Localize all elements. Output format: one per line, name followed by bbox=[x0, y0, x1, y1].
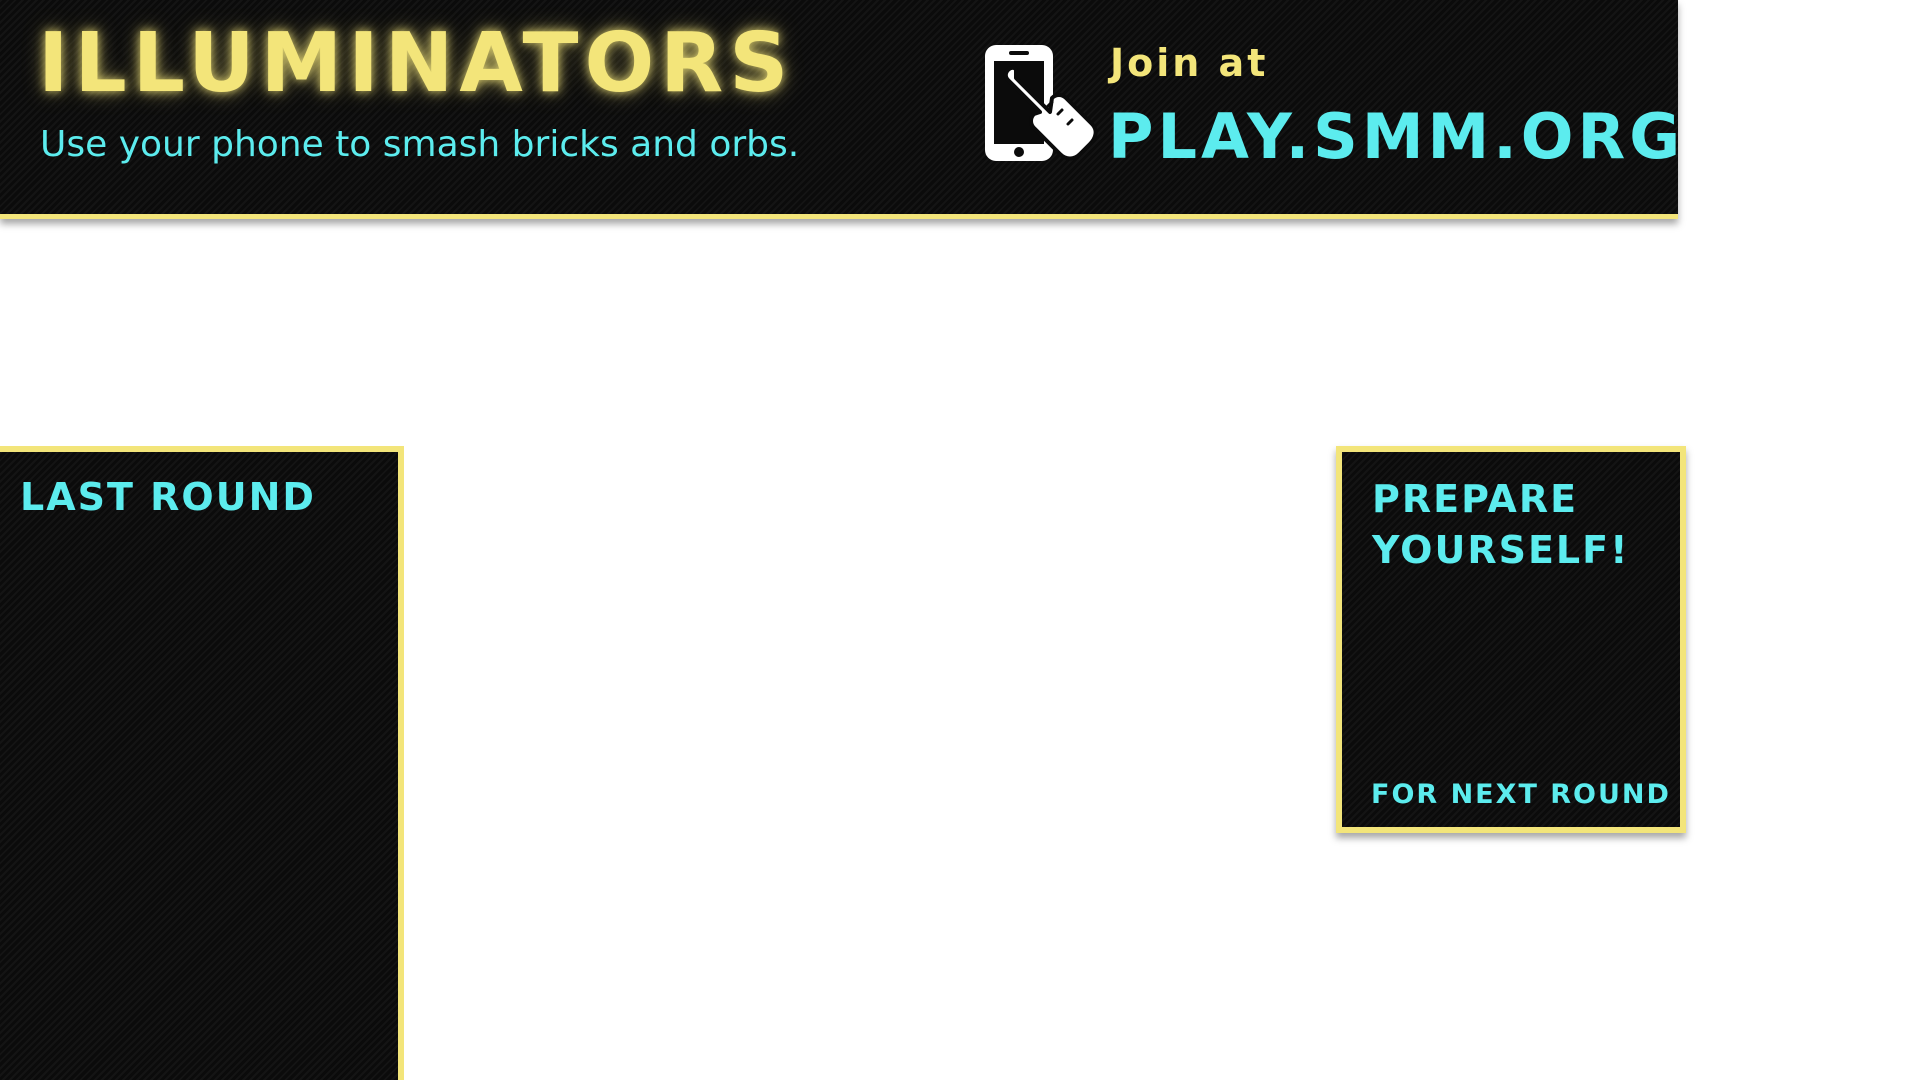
next-round-panel: PREPARE YOURSELF! FOR NEXT ROUND bbox=[1336, 446, 1686, 833]
join-url: PLAY.SMM.ORG bbox=[1108, 100, 1685, 173]
last-round-title: LAST ROUND bbox=[20, 475, 316, 519]
phone-tap-icon bbox=[985, 45, 1098, 161]
game-screen: ILLUMINATORS Use your phone to smash bri… bbox=[0, 0, 1920, 1080]
header-banner: ILLUMINATORS Use your phone to smash bri… bbox=[0, 0, 1680, 219]
game-title: ILLUMINATORS bbox=[38, 16, 795, 111]
prepare-title: PREPARE YOURSELF! bbox=[1372, 477, 1630, 572]
game-subtitle: Use your phone to smash bricks and orbs. bbox=[40, 124, 800, 165]
join-label: Join at bbox=[1110, 41, 1269, 85]
next-round-footer: FOR NEXT ROUND bbox=[1371, 779, 1671, 810]
last-round-panel: LAST ROUND bbox=[0, 446, 404, 1080]
